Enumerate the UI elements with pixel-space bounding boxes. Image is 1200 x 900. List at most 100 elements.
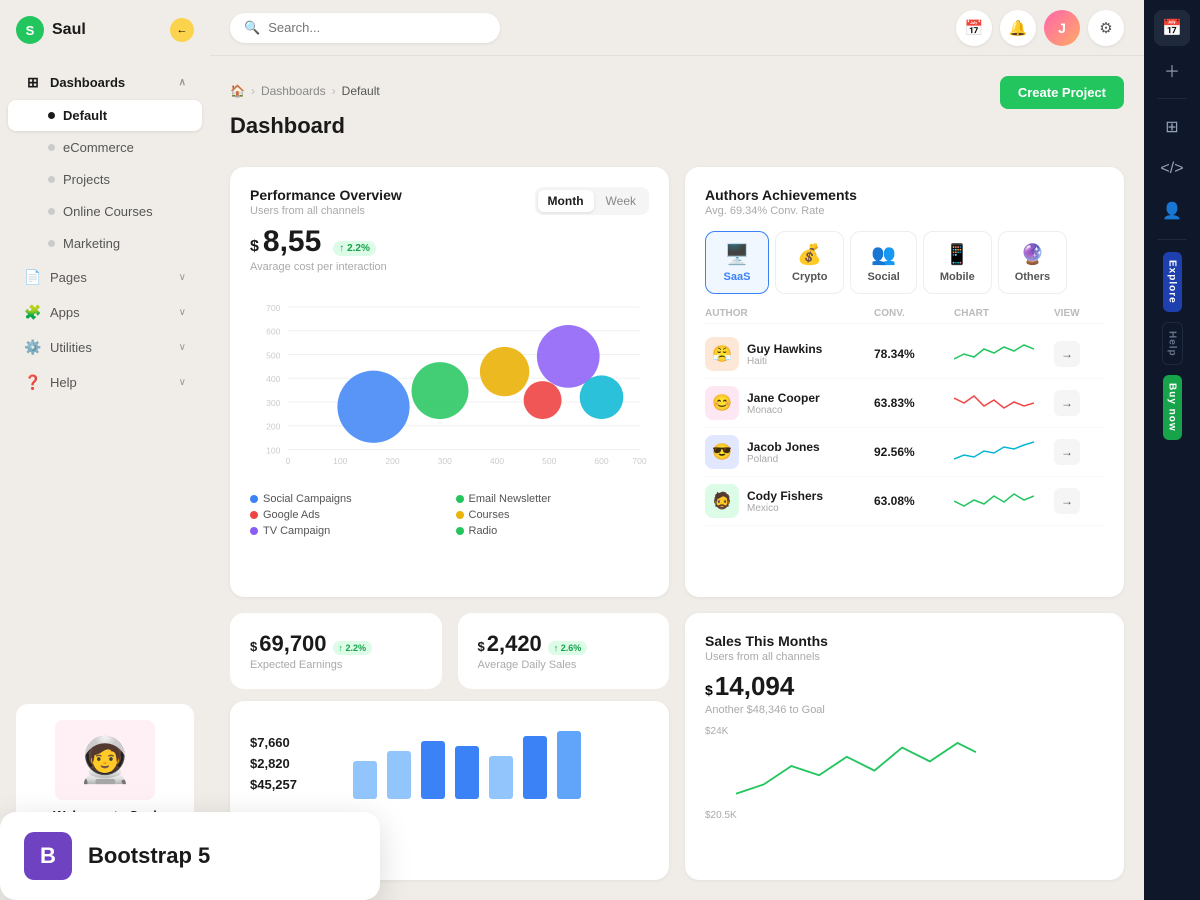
author-tab-mobile[interactable]: 📱 Mobile xyxy=(923,231,992,294)
chart-legend: Social Campaigns Email Newsletter Google… xyxy=(250,493,649,537)
col-author: AUTHOR xyxy=(705,308,874,319)
sales-chart-container: $24K xyxy=(705,726,1104,806)
legend-dot xyxy=(250,495,258,503)
sidebar-item-dashboards[interactable]: ⊞ Dashboards ∧ xyxy=(8,65,202,99)
rs-calendar-button[interactable]: 📅 xyxy=(1154,10,1190,46)
sidebar-item-utilities[interactable]: ⚙️ Utilities ∨ xyxy=(8,330,202,364)
metric-currency: $ xyxy=(250,238,259,256)
sidebar-item-online-courses[interactable]: Online Courses xyxy=(8,196,202,227)
bubble-social xyxy=(337,371,409,443)
sidebar-item-label: Help xyxy=(50,375,77,390)
sidebar-item-projects[interactable]: Projects xyxy=(8,164,202,195)
author-tab-social[interactable]: 👥 Social xyxy=(850,231,916,294)
notifications-button[interactable]: 🔔 xyxy=(1000,10,1036,46)
bootstrap-text: Bootstrap 5 xyxy=(88,843,210,869)
rs-divider xyxy=(1157,98,1187,99)
logo-icon: S xyxy=(16,16,44,44)
view-button[interactable]: → xyxy=(1054,341,1080,367)
authors-tabs: 🖥️ SaaS 💰 Crypto 👥 Social 📱 Mobile xyxy=(705,231,1104,294)
chevron-icon: ∨ xyxy=(179,377,186,388)
user-avatar[interactable]: J xyxy=(1044,10,1080,46)
explore-button[interactable]: Explore xyxy=(1163,252,1182,312)
bubble-chart-svg: 700 600 500 400 300 200 100 0 100 200 30… xyxy=(250,283,649,483)
right-sidebar: 📅 ＋ ⊞ </> 👤 Explore Help Buy now xyxy=(1144,0,1200,900)
author-tab-crypto[interactable]: 💰 Crypto xyxy=(775,231,844,294)
y-label-low: $20.5K xyxy=(705,810,1104,821)
sidebar-item-default[interactable]: Default xyxy=(8,100,202,131)
mini-chart xyxy=(954,437,1034,467)
sidebar-header: S Saul ← xyxy=(0,0,210,56)
breadcrumb: 🏠 › Dashboards › Default xyxy=(230,84,380,98)
sidebar-logo: S Saul xyxy=(16,16,86,44)
svg-text:200: 200 xyxy=(385,456,400,466)
view-button[interactable]: → xyxy=(1054,439,1080,465)
view-button[interactable]: → xyxy=(1054,488,1080,514)
saas-label: SaaS xyxy=(724,271,751,283)
author-conv: 78.34% xyxy=(874,347,954,361)
sidebar-item-marketing[interactable]: Marketing xyxy=(8,228,202,259)
stat-card-daily: $ 2,420 ↑ 2.6% Average Daily Sales xyxy=(458,613,670,689)
legend-dot xyxy=(456,511,464,519)
sidebar-toggle-button[interactable]: ← xyxy=(170,18,194,42)
author-tab-saas[interactable]: 🖥️ SaaS xyxy=(705,231,769,294)
search-input[interactable] xyxy=(268,20,486,35)
breadcrumb-current: Default xyxy=(342,84,380,98)
sidebar-item-label: Pages xyxy=(50,270,87,285)
rs-add-button[interactable]: ＋ xyxy=(1154,52,1190,88)
sidebar-item-ecommerce[interactable]: eCommerce xyxy=(8,132,202,163)
legend-label: Courses xyxy=(469,509,510,521)
author-tab-others[interactable]: 🔮 Others xyxy=(998,231,1067,294)
svg-text:600: 600 xyxy=(594,456,609,466)
sidebar-item-help[interactable]: ❓ Help ∨ xyxy=(8,365,202,399)
stat-value: 69,700 xyxy=(259,631,326,657)
mini-chart xyxy=(954,388,1034,418)
svg-text:500: 500 xyxy=(542,456,557,466)
rs-code-button[interactable]: </> xyxy=(1154,151,1190,187)
svg-text:400: 400 xyxy=(266,374,281,384)
nav-dot xyxy=(48,240,55,247)
legend-label: Social Campaigns xyxy=(263,493,352,505)
view-button[interactable]: → xyxy=(1054,390,1080,416)
svg-text:300: 300 xyxy=(438,456,453,466)
rs-grid-button[interactable]: ⊞ xyxy=(1154,109,1190,145)
help-button[interactable]: Help xyxy=(1162,322,1183,366)
sidebar-item-label: Apps xyxy=(50,305,80,320)
author-name: Jacob Jones xyxy=(747,440,820,454)
author-name: Jane Cooper xyxy=(747,391,820,405)
page-header: 🏠 › Dashboards › Default Create Project … xyxy=(230,76,1124,151)
breadcrumb-dashboards[interactable]: Dashboards xyxy=(261,84,326,98)
stat-badge: ↑ 2.2% xyxy=(333,641,373,655)
sales-goal: Another $48,346 to Goal xyxy=(705,704,1104,716)
legend-google: Google Ads xyxy=(250,509,444,521)
legend-social: Social Campaigns xyxy=(250,493,444,505)
authors-table-header: AUTHOR CONV. CHART VIEW xyxy=(705,304,1104,324)
y-label-high: $24K xyxy=(705,726,728,737)
buynow-button[interactable]: Buy now xyxy=(1163,375,1182,440)
nav-dot xyxy=(48,208,55,215)
sidebar-item-label: Marketing xyxy=(63,236,120,251)
grid-button[interactable]: ⚙ xyxy=(1088,10,1124,46)
others-label: Others xyxy=(1015,271,1050,283)
search-icon: 🔍 xyxy=(244,20,260,36)
topbar-right: 📅 🔔 J ⚙ xyxy=(956,10,1124,46)
tab-week[interactable]: Week xyxy=(596,190,646,212)
others-icon: 🔮 xyxy=(1020,242,1045,267)
sidebar: S Saul ← ⊞ Dashboards ∧ Default eCommerc… xyxy=(0,0,210,900)
rs-user-button[interactable]: 👤 xyxy=(1154,193,1190,229)
tab-month[interactable]: Month xyxy=(538,190,594,212)
stat-badge: ↑ 2.6% xyxy=(548,641,588,655)
performance-card: Performance Overview Users from all chan… xyxy=(230,167,669,597)
svg-text:400: 400 xyxy=(490,456,505,466)
sales-value: 14,094 xyxy=(715,671,795,702)
sales-currency: $ xyxy=(705,682,713,698)
calendar-button[interactable]: 📅 xyxy=(956,10,992,46)
chevron-icon: ∨ xyxy=(179,272,186,283)
stat-label: Expected Earnings xyxy=(250,659,422,671)
legend-dot xyxy=(456,527,464,535)
sidebar-item-apps[interactable]: 🧩 Apps ∨ xyxy=(8,295,202,329)
create-project-button[interactable]: Create Project xyxy=(1000,76,1124,109)
authors-title: Authors Achievements xyxy=(705,187,1104,203)
svg-text:0: 0 xyxy=(286,456,291,466)
sidebar-item-pages[interactable]: 📄 Pages ∨ xyxy=(8,260,202,294)
saas-icon: 🖥️ xyxy=(725,242,750,267)
